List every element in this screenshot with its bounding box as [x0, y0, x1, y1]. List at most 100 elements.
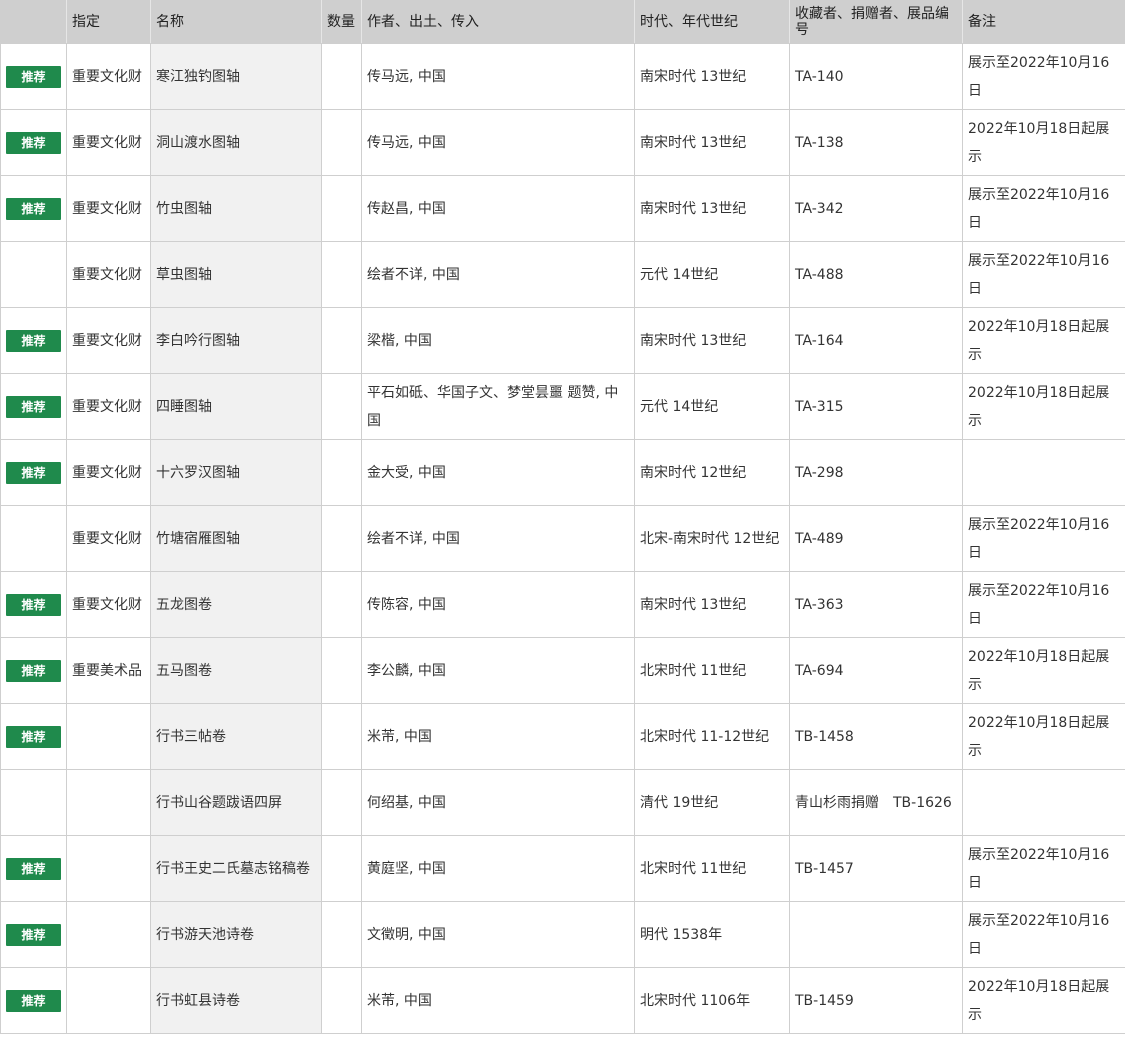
period-cell: 南宋时代 13世纪	[634, 43, 790, 110]
notes-cell: 2022年10月18日起展示	[962, 307, 1125, 374]
name-cell: 行书游天池诗卷	[150, 901, 322, 968]
name-cell: 行书山谷题跋语四屏	[150, 769, 322, 836]
recommend-cell: 推荐	[0, 901, 67, 968]
recommend-cell: 推荐	[0, 439, 67, 506]
recommend-cell: 推荐	[0, 703, 67, 770]
name-cell: 十六罗汉图轴	[150, 439, 322, 506]
name-cell: 行书三帖卷	[150, 703, 322, 770]
quantity-cell	[321, 175, 362, 242]
collection-cell: TA-694	[789, 637, 963, 704]
author-cell: 梁楷, 中国	[361, 307, 635, 374]
header-collection: 收藏者、捐赠者、展品编号	[789, 0, 963, 44]
name-cell: 竹虫图轴	[150, 175, 322, 242]
period-cell: 元代 14世纪	[634, 241, 790, 308]
recommend-badge: 推荐	[6, 989, 61, 1012]
header-row: 指定 名称 数量 作者、出土、传入 时代、年代世纪 收藏者、捐赠者、展品编号 备…	[0, 0, 1125, 44]
recommend-cell: 推荐	[0, 307, 67, 374]
recommend-badge: 推荐	[6, 197, 61, 220]
designation-cell	[66, 967, 151, 1034]
designation-cell: 重要文化财	[66, 175, 151, 242]
period-cell: 南宋时代 13世纪	[634, 307, 790, 374]
table-row: 推荐 行书王史二氏墓志铭稿卷 黄庭坚, 中国 北宋时代 11世纪 TB-1457 展示至2…	[0, 835, 1125, 902]
recommend-cell	[0, 241, 67, 308]
author-cell: 文徵明, 中国	[361, 901, 635, 968]
quantity-cell	[321, 835, 362, 902]
collection-cell: TA-164	[789, 307, 963, 374]
author-cell: 米芾, 中国	[361, 967, 635, 1034]
designation-cell: 重要文化财	[66, 571, 151, 638]
recommend-badge: 推荐	[6, 923, 61, 946]
recommend-badge: 推荐	[6, 65, 61, 88]
period-cell: 南宋时代 13世纪	[634, 109, 790, 176]
designation-cell: 重要文化财	[66, 43, 151, 110]
designation-cell: 重要文化财	[66, 307, 151, 374]
table-row: 推荐 重要美术品 五马图卷 李公麟, 中国 北宋时代 11世纪 TA-694 2022年10…	[0, 637, 1125, 704]
notes-cell: 展示至2022年10月16日	[962, 241, 1125, 308]
recommend-badge: 推荐	[6, 593, 61, 616]
author-cell: 米芾, 中国	[361, 703, 635, 770]
recommend-badge: 推荐	[6, 395, 61, 418]
header-author: 作者、出土、传入	[361, 0, 635, 44]
recommend-badge: 推荐	[6, 131, 61, 154]
collection-cell: TA-489	[789, 505, 963, 572]
recommend-badge: 推荐	[6, 725, 61, 748]
designation-cell	[66, 769, 151, 836]
collection-cell: TB-1459	[789, 967, 963, 1034]
notes-cell: 展示至2022年10月16日	[962, 505, 1125, 572]
designation-cell: 重要文化财	[66, 373, 151, 440]
name-cell: 四睡图轴	[150, 373, 322, 440]
recommend-cell: 推荐	[0, 175, 67, 242]
table-row: 行书山谷题跋语四屏 何绍基, 中国 清代 19世纪 青山杉雨捐赠 TB-1626	[0, 769, 1125, 836]
designation-cell: 重要美术品	[66, 637, 151, 704]
quantity-cell	[321, 109, 362, 176]
period-cell: 元代 14世纪	[634, 373, 790, 440]
quantity-cell	[321, 967, 362, 1034]
quantity-cell	[321, 571, 362, 638]
table-body: 推荐 重要文化财 寒江独钓图轴 传马远, 中国 南宋时代 13世纪 TA-140 展示至20…	[0, 43, 1125, 1034]
quantity-cell	[321, 901, 362, 968]
table-row: 推荐 行书虹县诗卷 米芾, 中国 北宋时代 1106年 TB-1459 2022年10月1…	[0, 967, 1125, 1034]
exhibit-table: 指定 名称 数量 作者、出土、传入 时代、年代世纪 收藏者、捐赠者、展品编号 备…	[0, 0, 1125, 1034]
quantity-cell	[321, 703, 362, 770]
recommend-cell	[0, 505, 67, 572]
recommend-cell: 推荐	[0, 571, 67, 638]
author-cell: 金大受, 中国	[361, 439, 635, 506]
period-cell: 明代 1538年	[634, 901, 790, 968]
collection-cell: TA-140	[789, 43, 963, 110]
name-cell: 五马图卷	[150, 637, 322, 704]
period-cell: 南宋时代 12世纪	[634, 439, 790, 506]
designation-cell: 重要文化财	[66, 505, 151, 572]
notes-cell: 2022年10月18日起展示	[962, 637, 1125, 704]
header-notes: 备注	[962, 0, 1125, 44]
recommend-cell: 推荐	[0, 109, 67, 176]
header-quantity: 数量	[321, 0, 362, 44]
designation-cell: 重要文化财	[66, 241, 151, 308]
author-cell: 李公麟, 中国	[361, 637, 635, 704]
designation-cell	[66, 703, 151, 770]
collection-cell: 青山杉雨捐赠 TB-1626	[789, 769, 963, 836]
table-row: 重要文化财 草虫图轴 绘者不详, 中国 元代 14世纪 TA-488 展示至2022年10…	[0, 241, 1125, 308]
collection-cell: TA-363	[789, 571, 963, 638]
author-cell: 传马远, 中国	[361, 109, 635, 176]
quantity-cell	[321, 769, 362, 836]
table-row: 推荐 重要文化财 李白吟行图轴 梁楷, 中国 南宋时代 13世纪 TA-164 2022年1…	[0, 307, 1125, 374]
notes-cell	[962, 439, 1125, 506]
notes-cell: 2022年10月18日起展示	[962, 967, 1125, 1034]
recommend-badge: 推荐	[6, 461, 61, 484]
recommend-cell	[0, 769, 67, 836]
recommend-cell: 推荐	[0, 637, 67, 704]
table-row: 推荐 重要文化财 十六罗汉图轴 金大受, 中国 南宋时代 12世纪 TA-298	[0, 439, 1125, 506]
table-row: 推荐 行书三帖卷 米芾, 中国 北宋时代 11-12世纪 TB-1458 2022年10月…	[0, 703, 1125, 770]
author-cell: 传赵昌, 中国	[361, 175, 635, 242]
header-designation: 指定	[66, 0, 151, 44]
period-cell: 北宋时代 1106年	[634, 967, 790, 1034]
collection-cell: TA-298	[789, 439, 963, 506]
period-cell: 北宋时代 11世纪	[634, 637, 790, 704]
collection-cell: TA-488	[789, 241, 963, 308]
header-recommend	[0, 0, 67, 44]
recommend-badge: 推荐	[6, 857, 61, 880]
name-cell: 草虫图轴	[150, 241, 322, 308]
author-cell: 平石如砥、华国子文、梦堂昙噩 题赞, 中国	[361, 373, 635, 440]
notes-cell	[962, 769, 1125, 836]
name-cell: 竹塘宿雁图轴	[150, 505, 322, 572]
